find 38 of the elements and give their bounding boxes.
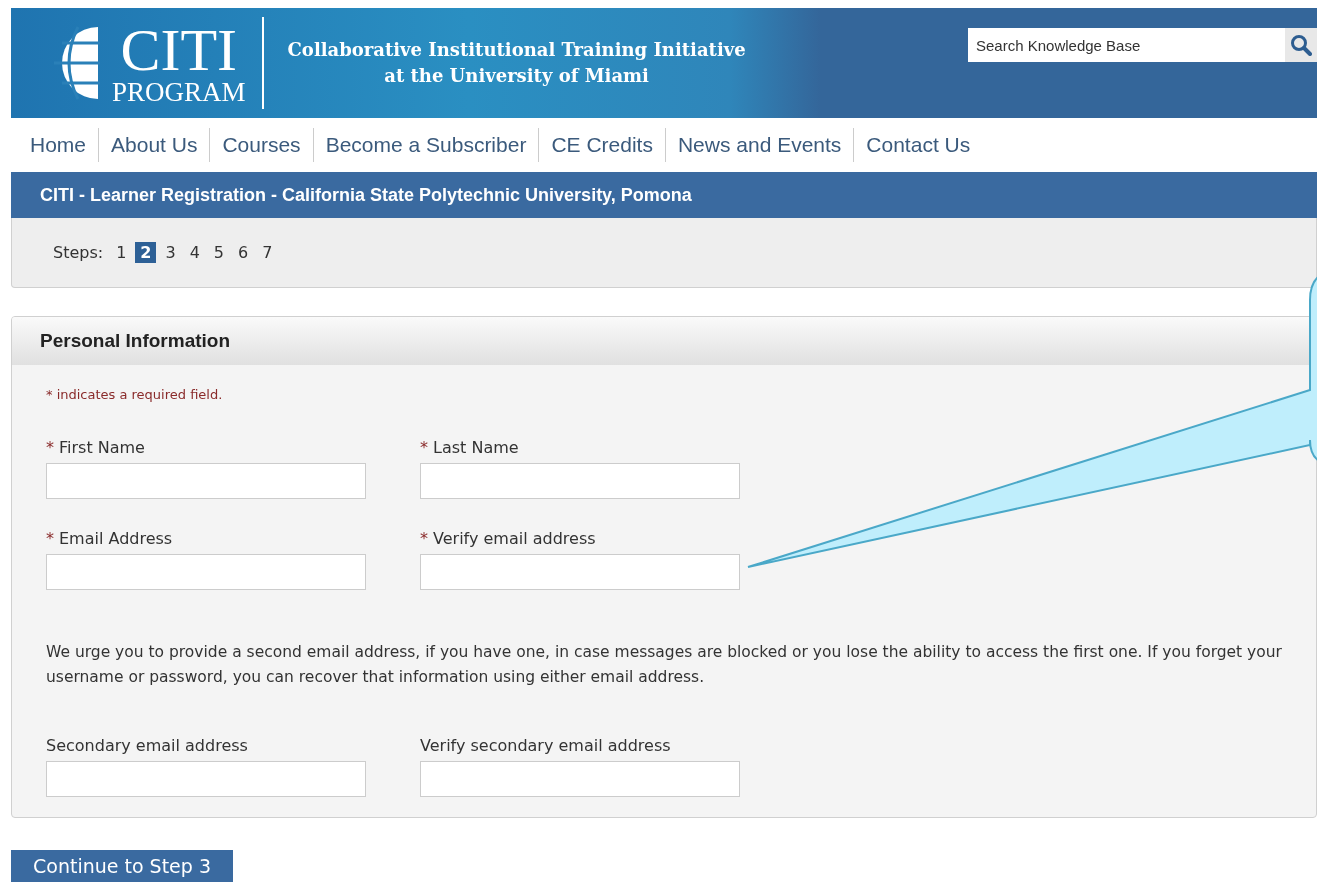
field-label: * Verify email address — [420, 529, 597, 548]
step-link[interactable]: 4 — [184, 242, 205, 263]
input-field[interactable] — [46, 554, 366, 590]
nav-link[interactable]: Contact Us — [853, 128, 983, 162]
tagline: at the University of Miami — [384, 64, 649, 88]
logo-text: CITI — [120, 21, 238, 79]
step-link[interactable]: 2 — [135, 242, 157, 263]
nav-link[interactable]: Courses — [209, 128, 313, 162]
field-label: * Email Address — [46, 529, 174, 548]
search-field[interactable]: Search Knowledge Base — [968, 28, 1285, 62]
step-link[interactable]: 1 — [111, 242, 132, 263]
nav-link[interactable]: Become a Subscriber — [312, 128, 539, 162]
continue-button[interactable]: Continue to Step 3 — [11, 850, 233, 882]
info-paragraph: We urge you to provide a second email address, if you have one, in case messages are blocked or you lose the ability to access the first one. If you forget your username or password, you can recover that information using either email address. — [46, 642, 1282, 688]
step-link[interactable]: 7 — [257, 242, 278, 263]
input-field[interactable] — [420, 554, 740, 590]
nav-link[interactable]: Home — [18, 128, 99, 162]
step-link[interactable]: 5 — [208, 242, 230, 263]
search-icon — [1290, 34, 1312, 56]
field-label: Secondary email address — [46, 736, 249, 755]
input-field[interactable] — [46, 761, 366, 797]
input-field[interactable] — [420, 463, 740, 499]
step-link[interactable]: 6 — [233, 242, 254, 263]
input-field[interactable] — [420, 761, 740, 797]
logo-subtext: PROGRAM — [112, 79, 246, 105]
field-label: * Last Name — [420, 438, 520, 457]
search-button[interactable] — [1285, 28, 1317, 62]
required-note: * indicates a required field. — [46, 387, 224, 402]
field-label: * First Name — [46, 438, 146, 457]
field-label: Verify secondary email address — [420, 736, 672, 755]
nav-link[interactable]: News and Events — [664, 128, 854, 162]
nav-link[interactable]: CE Credits — [538, 128, 665, 162]
nav-link[interactable]: About Us — [98, 128, 210, 162]
title-bar: CITI - Learner Registration - California State Polytechnic University, Pomona — [11, 172, 1317, 218]
step-link[interactable]: 3 — [160, 242, 181, 263]
input-field[interactable] — [46, 463, 366, 499]
tagline: Collaborative Institutional Training Initiative — [287, 38, 746, 62]
steps-label: Steps: — [53, 243, 104, 262]
